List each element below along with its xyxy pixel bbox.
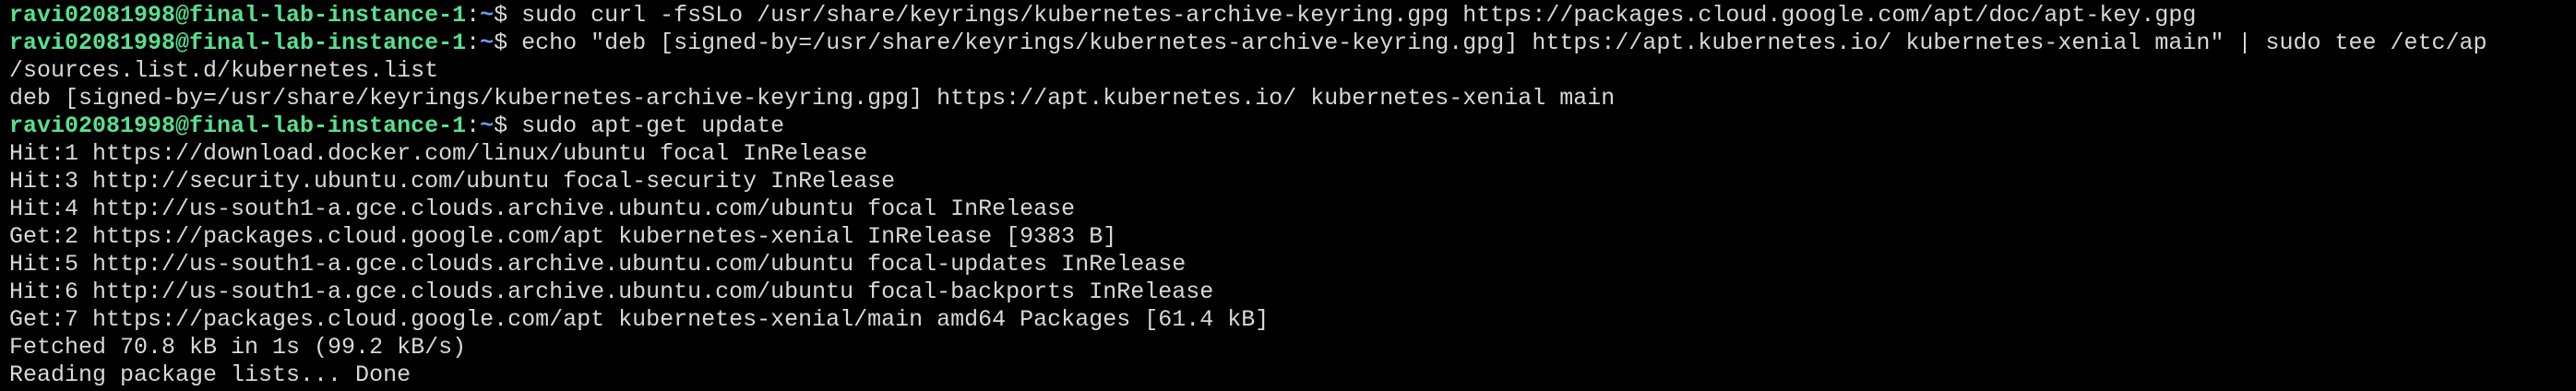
terminal-line-prompt: ravi02081998@final-lab-instance-1:~$ ech… [9,30,2576,57]
terminal-line-output: Hit:3 http://security.ubuntu.com/ubuntu … [9,168,896,195]
terminal-window[interactable]: ravi02081998@final-lab-instance-1:~$ sud… [0,0,2576,391]
prompt-symbol: $ [494,30,522,56]
command-text: echo "deb [signed-by=/usr/share/keyrings… [521,30,2487,56]
terminal-line-output: Hit:1 https://download.docker.com/linux/… [9,140,868,167]
command-text: sudo apt-get update [521,113,785,139]
terminal-line-output: Get:7 https://packages.cloud.google.com/… [9,306,1270,333]
prompt-user-host: ravi02081998@final-lab-instance-1 [9,30,467,56]
terminal-line-prompt: ravi02081998@final-lab-instance-1:~$ sud… [9,113,2576,140]
prompt-symbol: $ [494,2,522,29]
terminal-line-output: Get:2 https://packages.cloud.google.com/… [9,223,1117,250]
terminal-line-output: Fetched 70.8 kB in 1s (99.2 kB/s) [9,334,467,361]
terminal-line-prompt: ravi02081998@final-lab-instance-1:~$ sud… [9,2,2576,30]
terminal-line-output: Hit:6 http://us-south1-a.gce.clouds.arch… [9,278,1214,305]
prompt-separator: : [466,113,481,139]
prompt-path: ~ [480,30,495,56]
prompt-user-host: ravi02081998@final-lab-instance-1 [9,113,467,139]
terminal-line-output: Hit:4 http://us-south1-a.gce.clouds.arch… [9,196,1076,222]
prompt-separator: : [466,30,481,56]
prompt-path: ~ [480,113,495,139]
terminal-line-output: deb [signed-by=/usr/share/keyrings/kuber… [9,85,1616,112]
terminal-line-output: Reading package lists... Done [9,361,411,388]
command-text: sudo curl -fsSLo /usr/share/keyrings/kub… [521,2,2197,29]
prompt-symbol: $ [494,113,522,139]
terminal-line-output: Hit:5 http://us-south1-a.gce.clouds.arch… [9,251,1187,278]
terminal-line-output: /sources.list.d/kubernetes.list [9,57,439,84]
prompt-user-host: ravi02081998@final-lab-instance-1 [9,2,467,29]
prompt-path: ~ [480,2,495,29]
prompt-separator: : [466,2,481,29]
